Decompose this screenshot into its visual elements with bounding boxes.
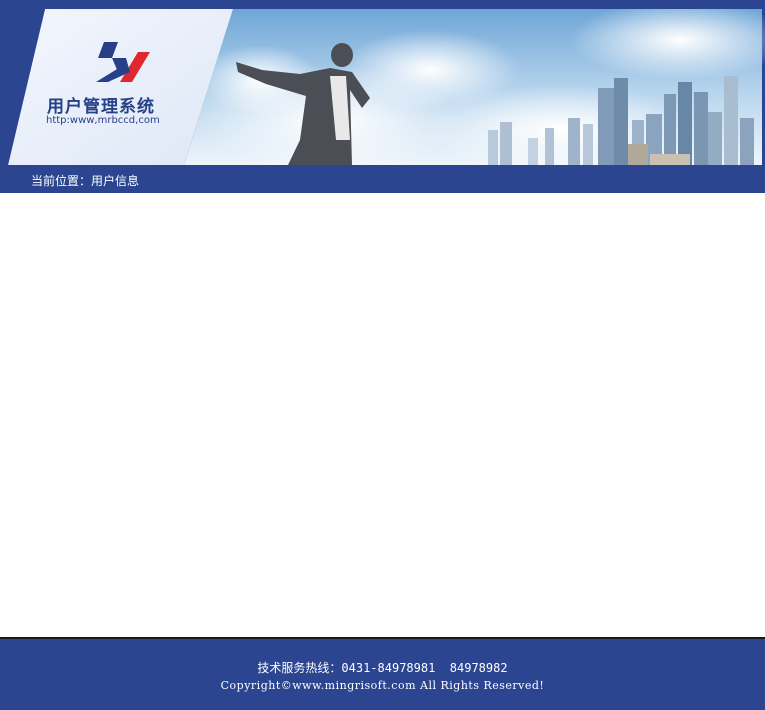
support-hotline: 技术服务热线：0431-84978981 84978982 bbox=[257, 661, 508, 675]
footer: 技术服务热线：0431-84978981 84978982 Copyright©… bbox=[0, 637, 765, 710]
header-banner: 用户管理系统 http:www,mrbccd,com 当前位置：用户信息 bbox=[0, 0, 765, 193]
app-url: http:www,mrbccd,com bbox=[46, 115, 160, 126]
app-title: 用户管理系统 bbox=[47, 97, 155, 117]
copyright-notice: Copyright©www.mingrisoft.com All Rights … bbox=[220, 679, 545, 692]
breadcrumb: 当前位置：用户信息 bbox=[31, 174, 140, 188]
main-content-area bbox=[0, 193, 765, 637]
